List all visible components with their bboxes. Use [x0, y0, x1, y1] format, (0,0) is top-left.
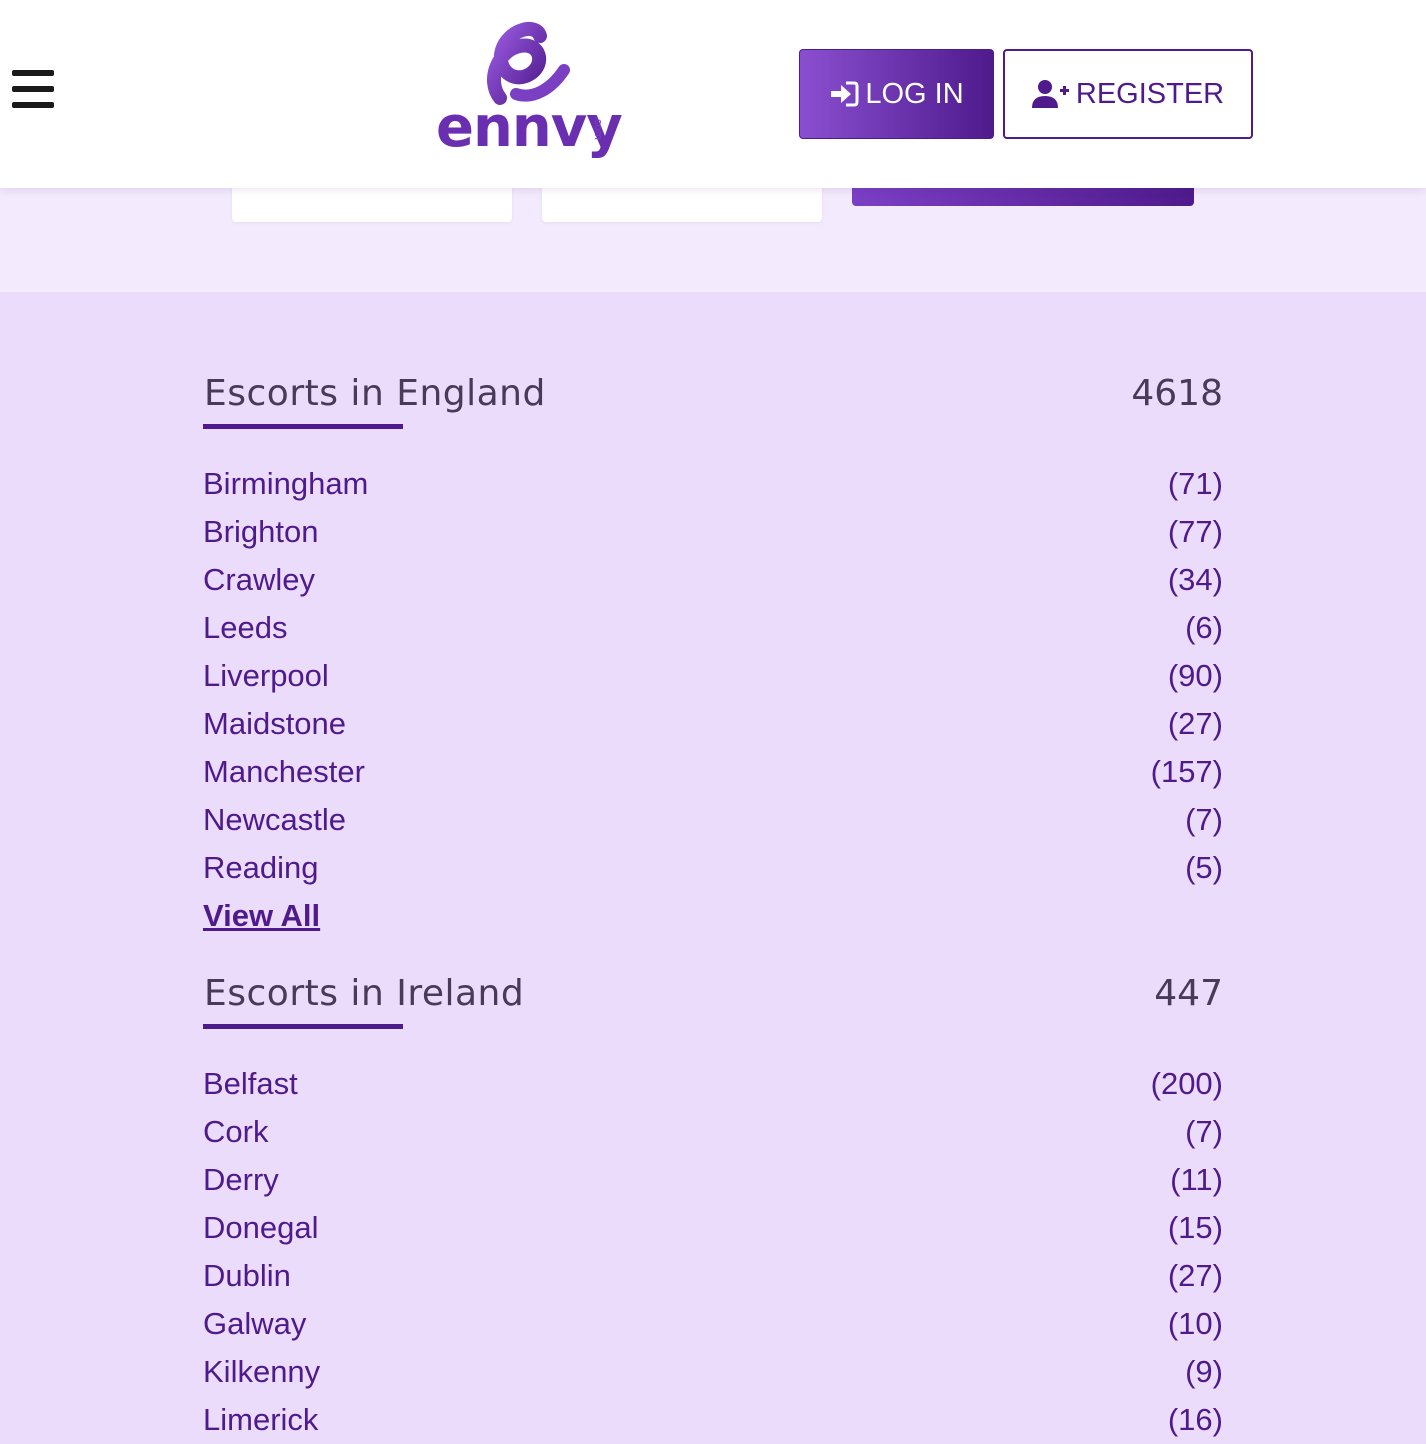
city-name[interactable]: Liverpool [203, 658, 329, 694]
city-count: (15) [1167, 1210, 1223, 1245]
city-name[interactable]: Kilkenny [203, 1354, 320, 1390]
city-count: (71) [1167, 466, 1223, 501]
list-item[interactable]: Dublin (27) [203, 1252, 1223, 1300]
list-item[interactable]: Limerick (16) [203, 1396, 1223, 1444]
list-item[interactable]: Reading (5) [203, 844, 1223, 892]
register-label: REGISTER [1075, 77, 1225, 110]
section-total: 4618 [1131, 373, 1223, 414]
city-name[interactable]: Derry [203, 1162, 279, 1198]
list-item[interactable]: Newcastle (7) [203, 796, 1223, 844]
city-count: (27) [1167, 1258, 1223, 1293]
list-item[interactable]: Cork (7) [203, 1108, 1223, 1156]
city-count: (11) [1170, 1162, 1223, 1197]
city-count: (34) [1167, 562, 1223, 597]
city-name[interactable]: Brighton [203, 514, 318, 550]
city-list: Belfast (200) Cork (7) Derry (11) Donegal (1… [203, 1060, 1223, 1444]
login-button[interactable]: LOG IN [799, 49, 994, 139]
list-item[interactable]: Birmingham (71) [203, 460, 1223, 508]
city-name[interactable]: Cork [203, 1114, 268, 1150]
city-count: (200) [1150, 1066, 1223, 1101]
city-name[interactable]: Maidstone [203, 706, 346, 742]
list-item[interactable]: Galway (10) [203, 1300, 1223, 1348]
register-button[interactable]: REGISTER [1003, 49, 1253, 139]
city-name[interactable]: Dublin [203, 1258, 291, 1294]
city-name[interactable]: Crawley [203, 562, 315, 598]
menu-icon[interactable] [12, 70, 54, 110]
city-list: Birmingham (71) Brighton (77) Crawley (34) … [203, 460, 1223, 940]
view-all-row: View All [203, 892, 1223, 940]
section-underline [203, 424, 403, 429]
login-icon [831, 81, 859, 107]
list-item[interactable]: Derry (11) [203, 1156, 1223, 1204]
city-count: (7) [1185, 802, 1223, 837]
city-count: (5) [1185, 850, 1223, 885]
section-title: Escorts in England [204, 373, 546, 414]
city-name[interactable]: Belfast [203, 1066, 298, 1102]
city-count: (16) [1167, 1402, 1223, 1437]
list-item[interactable]: Liverpool (90) [203, 652, 1223, 700]
list-item[interactable]: Donegal (15) [203, 1204, 1223, 1252]
list-item[interactable]: Belfast (200) [203, 1060, 1223, 1108]
list-item[interactable]: Kilkenny (9) [203, 1348, 1223, 1396]
city-count: (77) [1167, 514, 1223, 549]
city-name[interactable]: Birmingham [203, 466, 368, 502]
section-total: 447 [1154, 973, 1223, 1014]
city-name[interactable]: Newcastle [203, 802, 346, 838]
city-name[interactable]: Manchester [203, 754, 365, 790]
city-count: (27) [1167, 706, 1223, 741]
section-title: Escorts in Ireland [204, 973, 525, 1014]
city-count: (157) [1150, 754, 1223, 789]
login-label: LOG IN [865, 77, 964, 110]
city-name[interactable]: Galway [203, 1306, 306, 1342]
list-item[interactable]: Manchester (157) [203, 748, 1223, 796]
user-plus-icon [1031, 80, 1069, 108]
city-count: (7) [1185, 1114, 1223, 1149]
logo[interactable]: ennvy .com [436, 20, 626, 168]
city-name[interactable]: Leeds [203, 610, 287, 646]
section-underline [203, 1024, 403, 1029]
list-item[interactable]: Maidstone (27) [203, 700, 1223, 748]
city-name[interactable]: Reading [203, 850, 318, 886]
city-count: (9) [1185, 1354, 1223, 1389]
view-all-link[interactable]: View All [203, 892, 320, 940]
list-item[interactable]: Crawley (34) [203, 556, 1223, 604]
logo-suffix: .com [592, 116, 604, 140]
city-count: (90) [1167, 658, 1223, 693]
list-item[interactable]: Leeds (6) [203, 604, 1223, 652]
city-count: (6) [1185, 610, 1223, 645]
site-header: ennvy .com LOG IN REGISTER [0, 0, 1426, 188]
list-item[interactable]: Brighton (77) [203, 508, 1223, 556]
city-count: (10) [1167, 1306, 1223, 1341]
city-name[interactable]: Limerick [203, 1402, 318, 1438]
city-name[interactable]: Donegal [203, 1210, 318, 1246]
